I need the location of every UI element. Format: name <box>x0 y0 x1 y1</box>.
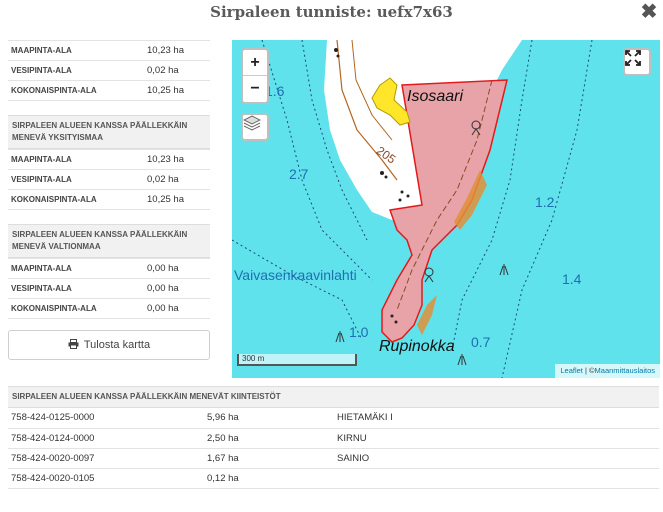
table-row: 758-424-0020-0097 1,67 ha SAINIO <box>8 448 659 469</box>
table-row: 758-424-0125-0000 5,96 ha HIETAMÄKI I <box>8 408 659 429</box>
parcel-id: 758-424-0124-0000 <box>8 428 204 449</box>
state-land-table: MAAPINTA-ALA 0,00 ha VESIPINTA-ALA 0,00 ha… <box>8 258 210 319</box>
dialog-title: Sirpaleen tunniste: uefx7x63 <box>210 3 453 21</box>
depth-label: 0.7 <box>471 334 491 350</box>
parcel-area: 5,96 ha <box>204 408 334 429</box>
row-label: KOKONAISPINTA-ALA <box>8 189 144 210</box>
reed-symbol-icon <box>335 331 345 343</box>
row-label: KOKONAISPINTA-ALA <box>8 80 144 101</box>
parcels-table: 758-424-0125-0000 5,96 ha HIETAMÄKI I 758-… <box>8 408 659 489</box>
print-map-button[interactable]: Tulosta kartta <box>8 330 210 360</box>
row-label: VESIPINTA-ALA <box>8 278 144 299</box>
row-value: 0,00 ha <box>144 298 210 319</box>
place-label-rupinokka: Rupinokka <box>379 338 455 355</box>
parcel-id: 758-424-0020-0105 <box>8 468 204 489</box>
table-row: KOKONAISPINTA-ALA 10,25 ha <box>8 189 210 210</box>
reed-symbol-icon <box>457 354 467 366</box>
summary-table: MAAPINTA-ALA 10,23 ha VESIPINTA-ALA 0,02 h… <box>8 40 210 101</box>
row-label: MAAPINTA-ALA <box>8 149 144 170</box>
parcels-heading: SIRPALEEN ALUEEN KANSSA PÄÄLLEKKÄIN MENE… <box>8 386 659 408</box>
parcel-id: 758-424-0125-0000 <box>8 408 204 429</box>
depth-label: 1.2 <box>535 194 555 210</box>
reed-symbol-icon <box>499 264 509 276</box>
private-land-table: MAAPINTA-ALA 10,23 ha VESIPINTA-ALA 0,02 h… <box>8 149 210 210</box>
row-label: VESIPINTA-ALA <box>8 169 144 190</box>
area-info-panel: MAAPINTA-ALA 10,23 ha VESIPINTA-ALA 0,02 h… <box>8 40 210 319</box>
rock-symbol-icon <box>424 267 434 277</box>
table-row: MAAPINTA-ALA 0,00 ha <box>8 258 210 279</box>
fullscreen-button[interactable] <box>623 48 651 76</box>
row-value: 10,23 ha <box>144 40 210 61</box>
place-label-isosaari: Isosaari <box>407 88 464 105</box>
row-label: MAAPINTA-ALA <box>8 258 144 279</box>
map-scale-bar: 300 m <box>237 354 357 366</box>
rock-symbol-icon <box>424 275 434 283</box>
table-row: KOKONAISPINTA-ALA 10,25 ha <box>8 80 210 101</box>
map-view[interactable]: Isosaari Rupinokka Vaivasenkaavinlahti 2… <box>232 40 660 378</box>
table-row: VESIPINTA-ALA 0,02 ha <box>8 60 210 81</box>
parcel-id: 758-424-0020-0097 <box>8 448 204 469</box>
parcel-area: 1,67 ha <box>204 448 334 469</box>
overlapping-parcels-panel: SIRPALEEN ALUEEN KANSSA PÄÄLLEKKÄIN MENE… <box>8 386 659 489</box>
close-icon[interactable]: ✖ <box>640 0 658 24</box>
table-row: 758-424-0124-0000 2,50 ha KIRNU <box>8 428 659 449</box>
leaflet-link[interactable]: Leaflet <box>560 366 583 375</box>
table-row: KOKONAISPINTA-ALA 0,00 ha <box>8 298 210 319</box>
printer-icon <box>68 338 79 352</box>
row-value: 0,00 ha <box>144 278 210 299</box>
private-land-heading: SIRPALEEN ALUEEN KANSSA PÄÄLLEKKÄIN MENE… <box>8 115 210 149</box>
parcel-name <box>334 468 659 489</box>
provider-link[interactable]: Maanmittauslaitos <box>595 366 655 375</box>
state-land-heading: SIRPALEEN ALUEEN KANSSA PÄÄLLEKKÄIN MENE… <box>8 224 210 258</box>
row-value: 10,25 ha <box>144 189 210 210</box>
map-attribution: Leaflet | ©Maanmittauslaitos <box>555 364 660 378</box>
table-row: VESIPINTA-ALA 0,00 ha <box>8 278 210 299</box>
row-value: 10,23 ha <box>144 149 210 170</box>
row-label: VESIPINTA-ALA <box>8 60 144 81</box>
zoom-out-button[interactable]: − <box>243 76 267 102</box>
depth-label: 1.0 <box>349 324 369 340</box>
depth-contour-line <box>232 239 363 341</box>
print-map-label: Tulosta kartta <box>83 339 151 351</box>
layers-button[interactable] <box>241 113 269 141</box>
row-value: 10,25 ha <box>144 80 210 101</box>
parcel-name: HIETAMÄKI I <box>334 408 659 429</box>
row-value: 0,02 ha <box>144 60 210 81</box>
row-label: MAAPINTA-ALA <box>8 40 144 61</box>
parcel-area: 0,12 ha <box>204 468 334 489</box>
bay-label: Vaivasenkaavinlahti <box>234 267 357 283</box>
zoom-control: + − <box>241 48 269 104</box>
row-value: 0,02 ha <box>144 169 210 190</box>
zoom-in-button[interactable]: + <box>243 50 267 76</box>
parcel-name: SAINIO <box>334 448 659 469</box>
table-row: MAAPINTA-ALA 10,23 ha <box>8 149 210 170</box>
parcel-area: 2,50 ha <box>204 428 334 449</box>
row-value: 0,00 ha <box>144 258 210 279</box>
row-label: KOKONAISPINTA-ALA <box>8 298 144 319</box>
table-row: VESIPINTA-ALA 0,02 ha <box>8 169 210 190</box>
depth-label: 2.7 <box>289 166 309 182</box>
depth-label: 1.4 <box>562 271 582 287</box>
attribution-separator: | © <box>582 366 595 375</box>
parcel-name: KIRNU <box>334 428 659 449</box>
table-row: 758-424-0020-0105 0,12 ha <box>8 468 659 489</box>
table-row: MAAPINTA-ALA 10,23 ha <box>8 40 210 61</box>
